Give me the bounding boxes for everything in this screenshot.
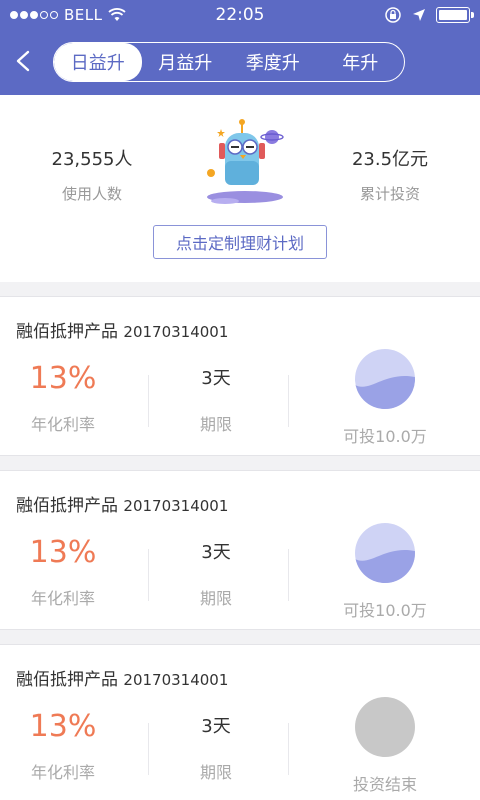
annual-rate-value: 13%: [29, 361, 97, 396]
available-amount: 可投10.0万: [343, 601, 427, 620]
tab-daily[interactable]: 日益升: [54, 43, 142, 81]
custom-plan-button[interactable]: 点击定制理财计划: [153, 225, 327, 259]
investment-value: 23.5亿元: [351, 149, 429, 170]
annual-rate-value: 13%: [29, 709, 97, 744]
product-name: 融佰抵押产品: [16, 670, 118, 690]
divider: [148, 549, 149, 601]
back-button[interactable]: [8, 46, 38, 76]
users-label: 使用人数: [61, 185, 122, 203]
location-arrow-icon: [413, 9, 425, 21]
users-value: 23,555人: [51, 149, 133, 170]
header: BELL 22:05 日益升 月益升 季度升 年升: [0, 0, 480, 95]
product-title: 融佰抵押产品 20170314001: [16, 317, 228, 342]
product-code: 20170314001: [123, 323, 229, 341]
term-label: 期限: [199, 589, 232, 608]
product-code: 20170314001: [123, 671, 229, 689]
investment-label: 累计投资: [359, 185, 420, 203]
status-bar: BELL 22:05: [0, 0, 480, 30]
term-label: 期限: [199, 763, 232, 782]
investment-ended-label: 投资结束: [352, 775, 417, 794]
annual-rate-label: 年化利率: [30, 589, 95, 608]
product-name: 融佰抵押产品: [16, 496, 118, 516]
mascot-robot-icon: [207, 119, 284, 204]
product-card[interactable]: 融佰抵押产品 20170314001 13% 年化利率 3天 期限 投资结束: [0, 644, 480, 800]
battery-icon: [436, 7, 474, 23]
term-value: 3天: [201, 716, 231, 737]
product-card[interactable]: 融佰抵押产品 20170314001 13% 年化利率 3天 期限 可投10.0…: [0, 296, 480, 456]
summary-panel: 23,555人 使用人数 23.5亿元 累计投资 点击定制理财计划: [0, 95, 480, 282]
divider: [148, 375, 149, 427]
back-icon: [16, 50, 30, 72]
divider: [288, 375, 289, 427]
term-value: 3天: [201, 368, 231, 389]
users-stat: 23,555人 使用人数: [22, 145, 162, 204]
tab-monthly[interactable]: 月益升: [142, 43, 230, 81]
term-label: 期限: [199, 415, 232, 434]
term-value: 3天: [201, 542, 231, 563]
available-amount: 可投10.0万: [343, 427, 427, 446]
tab-quarterly[interactable]: 季度升: [229, 43, 317, 81]
product-title: 融佰抵押产品 20170314001: [16, 665, 228, 690]
divider: [148, 723, 149, 775]
progress-circle-icon: [355, 349, 415, 409]
annual-rate-value: 13%: [29, 535, 97, 570]
product-title: 融佰抵押产品 20170314001: [16, 491, 228, 516]
period-tabs: 日益升 月益升 季度升 年升: [53, 42, 405, 82]
product-name: 融佰抵押产品: [16, 322, 118, 342]
divider: [288, 723, 289, 775]
progress-circle-icon: [355, 523, 415, 583]
ended-circle-icon: [355, 697, 415, 757]
product-card[interactable]: 融佰抵押产品 20170314001 13% 年化利率 3天 期限 可投10.0…: [0, 470, 480, 630]
lock-rotation-icon: [385, 7, 401, 23]
investment-stat: 23.5亿元 累计投资: [320, 145, 460, 204]
divider: [288, 549, 289, 601]
tab-yearly[interactable]: 年升: [317, 43, 405, 81]
annual-rate-label: 年化利率: [30, 763, 95, 782]
annual-rate-label: 年化利率: [30, 415, 95, 434]
product-code: 20170314001: [123, 497, 229, 515]
